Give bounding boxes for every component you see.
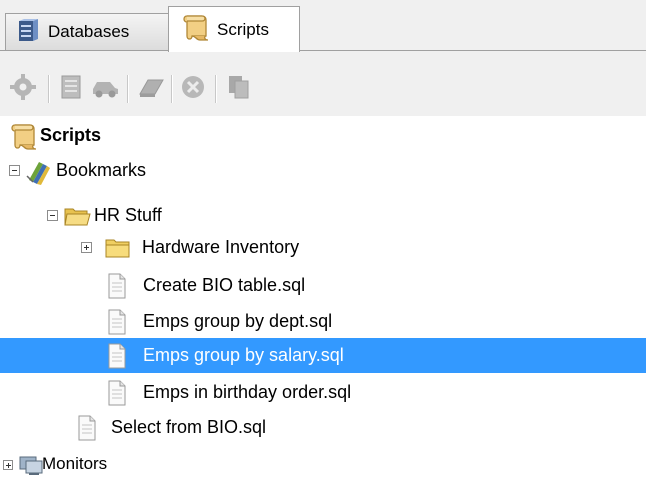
- document-icon: [76, 415, 102, 441]
- car-icon[interactable]: [90, 72, 120, 102]
- tree-file-label: Emps group by dept.sql: [143, 311, 333, 331]
- gear-icon[interactable]: [8, 72, 38, 102]
- folder-icon: [104, 235, 130, 261]
- tree-root-scripts[interactable]: Scripts: [0, 118, 646, 153]
- tree-file-label: Select from BIO.sql: [111, 417, 267, 437]
- stop-icon[interactable]: [178, 72, 208, 102]
- toolbar-separator: [215, 75, 217, 103]
- database-icon: [15, 16, 41, 49]
- tree-root-label: Scripts: [40, 125, 102, 145]
- collapse-toggle[interactable]: [9, 165, 20, 176]
- document-icon: [106, 273, 132, 299]
- tree-item-bookmarks[interactable]: Bookmarks: [0, 153, 646, 188]
- document-icon: [106, 380, 132, 406]
- scripts-tree: Scripts Bookmarks HR Stuff Hardware Inve…: [0, 118, 646, 478]
- tree-item-label: Monitors: [42, 454, 108, 473]
- tree-file-item[interactable]: Select from BIO.sql: [0, 410, 646, 445]
- folder-open-icon: [63, 203, 91, 229]
- expand-toggle[interactable]: [3, 460, 13, 470]
- copy-icon[interactable]: [224, 72, 254, 102]
- toolbar-separator: [171, 75, 173, 103]
- collapse-toggle[interactable]: [47, 210, 58, 221]
- tree-item-label: Hardware Inventory: [142, 237, 300, 257]
- tab-scripts[interactable]: Scripts: [168, 6, 300, 52]
- scroll-icon: [8, 121, 37, 150]
- tree-file-label: Emps in birthday order.sql: [143, 382, 352, 402]
- document-icon: [106, 309, 132, 335]
- tree-item-label: HR Stuff: [94, 205, 162, 225]
- tree-file-item[interactable]: Emps group by dept.sql: [0, 304, 646, 339]
- tab-databases[interactable]: Databases: [5, 13, 169, 50]
- tree-item-hr-stuff[interactable]: HR Stuff: [0, 198, 646, 233]
- eraser-icon[interactable]: [136, 72, 166, 102]
- toolbar: [0, 60, 646, 116]
- expand-toggle[interactable]: [81, 242, 92, 253]
- document-icon: [106, 343, 132, 369]
- bookmark-books-icon: [25, 158, 51, 185]
- toolbar-separator: [127, 75, 129, 103]
- tree-item-monitors[interactable]: Monitors: [0, 447, 646, 482]
- tree-file-item[interactable]: Create BIO table.sql: [0, 268, 646, 303]
- properties-icon[interactable]: [56, 72, 86, 102]
- tree-file-label: Create BIO table.sql: [143, 275, 306, 295]
- tree-file-item-selected[interactable]: Emps group by salary.sql: [0, 338, 646, 373]
- tab-strip: Databases Scripts: [0, 0, 646, 60]
- tree-file-label: Emps group by salary.sql: [143, 345, 344, 365]
- toolbar-separator: [48, 75, 50, 103]
- tree-item-hardware-inventory[interactable]: Hardware Inventory: [0, 230, 646, 265]
- monitors-icon: [18, 453, 44, 479]
- tree-item-label: Bookmarks: [56, 160, 147, 180]
- tree-file-item[interactable]: Emps in birthday order.sql: [0, 375, 646, 410]
- tab-scripts-label: Scripts: [217, 19, 269, 39]
- tab-databases-label: Databases: [48, 22, 130, 41]
- scroll-icon: [180, 12, 210, 47]
